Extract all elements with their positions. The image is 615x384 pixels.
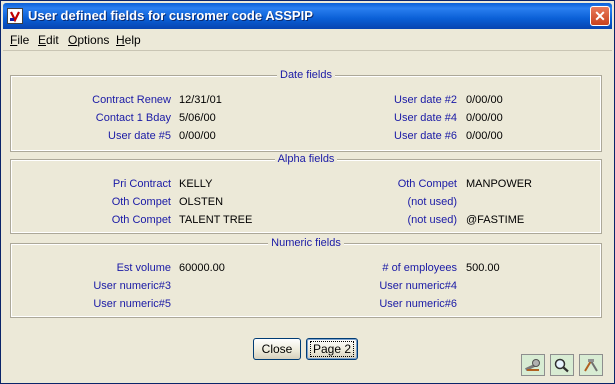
menu-help-mnemonic: H <box>116 33 125 47</box>
menu-file-rest: ile <box>17 33 30 47</box>
field-value[interactable]: 12/31/01 <box>179 94 222 106</box>
field-value[interactable]: 60000.00 <box>179 262 225 274</box>
field-label: Oth Compet <box>111 214 171 226</box>
page-2-label: Page 2 <box>309 341 355 357</box>
field-label: User numeric#6 <box>379 298 457 310</box>
dialog-window: User defined fields for cusromer code AS… <box>0 0 615 384</box>
menu-edit[interactable]: Edit <box>38 33 59 47</box>
field-value[interactable]: 0/00/00 <box>179 130 216 142</box>
field-value[interactable]: 0/00/00 <box>466 94 503 106</box>
page-2-button[interactable]: Page 2 <box>306 338 358 360</box>
field-label: Contract Renew <box>92 94 171 106</box>
field-label: Pri Contract <box>112 178 171 190</box>
field-label: (not used) <box>407 214 457 226</box>
field-label: User date #4 <box>394 112 457 124</box>
field-label: User date #6 <box>394 130 457 142</box>
field-value[interactable]: OLSTEN <box>179 196 223 208</box>
app-icon <box>7 8 23 24</box>
close-button[interactable]: Close <box>253 338 301 360</box>
field-value[interactable]: 5/06/00 <box>179 112 216 124</box>
title-bar[interactable]: User defined fields for cusromer code AS… <box>3 3 612 29</box>
field-label: Oth Compet <box>397 178 457 190</box>
field-label: User numeric#5 <box>93 298 171 310</box>
field-label: Contact 1 Bday <box>95 112 171 124</box>
field-value[interactable]: 0/00/00 <box>466 130 503 142</box>
field-value[interactable]: 500.00 <box>466 262 500 274</box>
field-label: Est volume <box>116 262 171 274</box>
field-label: (not used) <box>407 196 457 208</box>
field-value[interactable]: @FASTIME <box>466 214 524 226</box>
menu-options-rest: ptions <box>77 33 110 47</box>
menu-edit-mnemonic: E <box>38 33 47 47</box>
menu-help-rest: elp <box>124 33 141 47</box>
field-label: User date #2 <box>394 94 457 106</box>
field-label: User numeric#3 <box>93 280 171 292</box>
field-label: User date #5 <box>108 130 171 142</box>
wrench-icon[interactable] <box>521 354 545 376</box>
menu-help[interactable]: Help <box>116 33 141 47</box>
menu-bar: File Edit Options Help <box>3 30 612 51</box>
numeric-fields-title: Numeric fields <box>268 237 344 249</box>
alpha-fields-title: Alpha fields <box>274 153 338 165</box>
tools-icon[interactable] <box>579 354 603 376</box>
menu-options-mnemonic: O <box>68 33 78 47</box>
field-label: Oth Compet <box>111 196 171 208</box>
field-value[interactable]: KELLY <box>179 178 212 190</box>
close-window-button[interactable]: ✕ <box>590 6 610 26</box>
window-title: User defined fields for cusromer code AS… <box>28 8 313 23</box>
field-label: # of employees <box>382 262 457 274</box>
date-fields-title: Date fields <box>277 69 335 81</box>
magnify-icon[interactable] <box>550 354 574 376</box>
field-label: User numeric#4 <box>379 280 457 292</box>
field-value[interactable]: 0/00/00 <box>466 112 503 124</box>
field-value[interactable]: MANPOWER <box>466 178 532 190</box>
menu-edit-rest: dit <box>46 33 59 47</box>
menu-file[interactable]: File <box>10 33 29 47</box>
menu-options[interactable]: Options <box>68 33 109 47</box>
field-value[interactable]: TALENT TREE <box>179 214 252 226</box>
